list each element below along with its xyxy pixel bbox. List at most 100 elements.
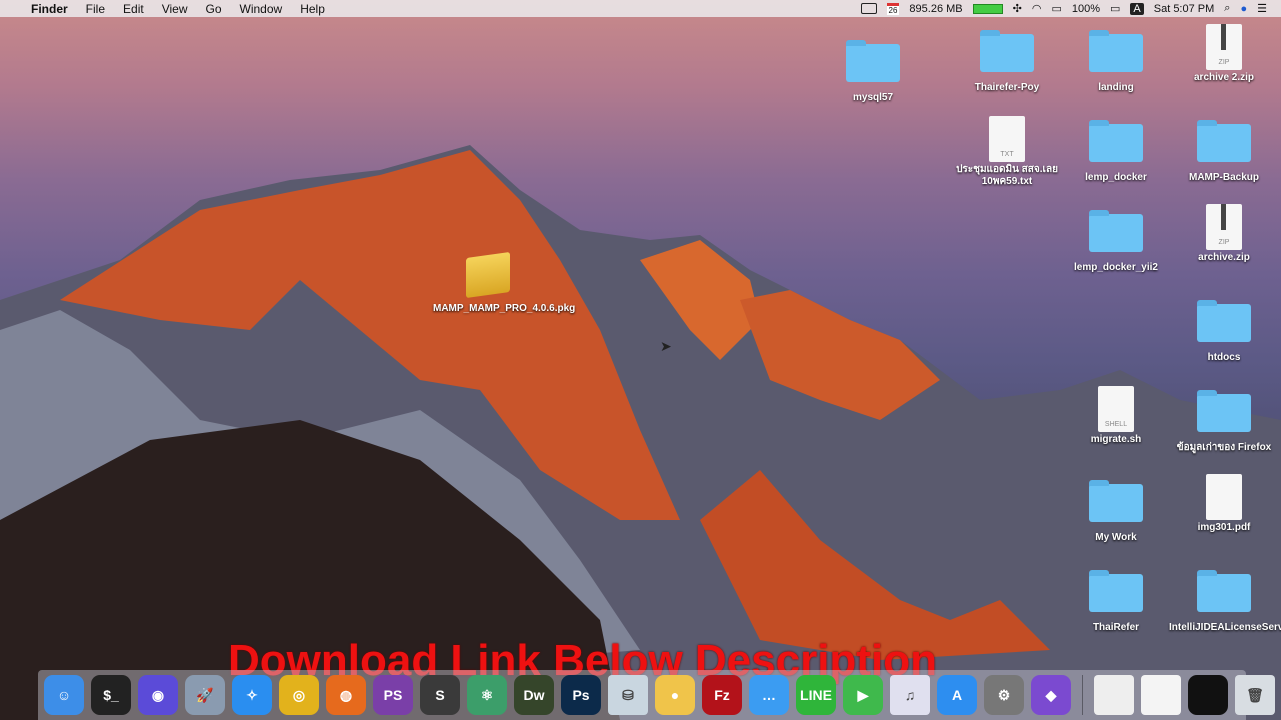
bluetooth-icon[interactable]: ✣ xyxy=(1013,2,1022,15)
folder-icon xyxy=(1089,210,1143,252)
dock-filezilla-icon[interactable]: Fz xyxy=(702,675,742,715)
menu-edit[interactable]: Edit xyxy=(114,2,153,16)
spotlight-search-icon[interactable]: ⌕ xyxy=(1224,2,1230,15)
dock-chrome-icon[interactable]: ◎ xyxy=(279,675,319,715)
cpu-meter-icon[interactable] xyxy=(972,3,1003,14)
dock: ☺ $_ ◉ 🚀 ✧ ◎ ◍ PS S ⚛ Dw Ps ⛁ ● Fz… LINE ▶ ♫ A ⚙ ◆ 🗑 xyxy=(38,670,1275,720)
desktop-icon-folder[interactable]: ข้อมูลเก่าของ Firefox xyxy=(1169,390,1279,454)
desktop-icon-folder[interactable]: My Work xyxy=(1061,480,1171,544)
folder-icon xyxy=(1089,120,1143,162)
desktop-icon-label: My Work xyxy=(1095,532,1137,543)
menu-window[interactable]: Window xyxy=(231,2,292,16)
menu-view[interactable]: View xyxy=(153,2,197,16)
menu-help[interactable]: Help xyxy=(291,2,334,16)
document-icon: SHELL xyxy=(1098,386,1134,432)
desktop-icon-folder[interactable]: landing xyxy=(1061,30,1171,94)
desktop-icon-label: Thairefer-Poy xyxy=(974,82,1040,93)
dock-documents-stack-icon[interactable] xyxy=(1141,675,1181,715)
dock-itunes-icon[interactable]: ♫ xyxy=(890,675,930,715)
dock-sublime-text-icon[interactable]: S xyxy=(420,675,460,715)
folder-icon xyxy=(1089,480,1143,522)
menu-go[interactable]: Go xyxy=(197,2,231,16)
icon-graphic xyxy=(1197,300,1251,346)
document-icon xyxy=(1206,474,1242,520)
document-icon: TXT xyxy=(989,116,1025,162)
icon-graphic xyxy=(1089,210,1143,256)
icon-graphic xyxy=(1197,120,1251,166)
desktop-icon-pkg[interactable]: MAMP_MAMP_PRO_4.0.6.pkg xyxy=(433,251,575,315)
desktop-icon-doc[interactable]: TXT ประชุมแอดมิน สสจ.เลย 10พค59.txt xyxy=(952,116,1062,188)
icon-graphic xyxy=(461,251,515,299)
desktop-icon-label: archive 2.zip xyxy=(1193,72,1255,83)
icon-graphic: ZIP xyxy=(1197,204,1251,250)
folder-icon xyxy=(1089,570,1143,612)
input-source[interactable]: A xyxy=(1130,2,1144,15)
dock-facetime-icon[interactable]: ▶ xyxy=(843,675,883,715)
battery-icon[interactable]: ▭ xyxy=(1110,2,1120,15)
desktop-icon-label: ข้อมูลเก่าของ Firefox xyxy=(1176,442,1272,453)
menu-file[interactable]: File xyxy=(77,2,114,16)
desktop-icon-folder[interactable]: htdocs xyxy=(1169,300,1279,364)
desktop-icon-zip[interactable]: ZIP archive 2.zip xyxy=(1169,24,1279,84)
desktop-icon-folder[interactable]: lemp_docker_yii2 xyxy=(1061,210,1171,274)
icon-graphic xyxy=(1197,570,1251,616)
battery-percent[interactable]: 100% xyxy=(1072,3,1100,15)
desktop-icon-folder[interactable]: ThaiRefer xyxy=(1061,570,1171,634)
icon-graphic xyxy=(1197,390,1251,436)
dock-atom-icon[interactable]: ⚛ xyxy=(467,675,507,715)
memory-status[interactable]: 895.26 MB xyxy=(909,3,962,15)
dock-phpstorm-icon[interactable]: PS xyxy=(373,675,413,715)
dock-launchpad-icon[interactable]: 🚀 xyxy=(185,675,225,715)
dock-photoshop-icon[interactable]: Ps xyxy=(561,675,601,715)
dock-terminal-icon[interactable]: $_ xyxy=(91,675,131,715)
folder-icon xyxy=(1197,300,1251,342)
dock-app-store-icon[interactable]: A xyxy=(937,675,977,715)
notification-center-icon[interactable]: ☰ xyxy=(1257,2,1267,15)
icon-graphic xyxy=(846,40,900,86)
airplay-icon[interactable]: ▭ xyxy=(1051,2,1061,15)
dock-trash-icon[interactable]: 🗑 xyxy=(1235,675,1275,715)
wifi-icon[interactable]: ◠ xyxy=(1032,2,1042,15)
dock-system-preferences-icon[interactable]: ⚙ xyxy=(984,675,1024,715)
desktop-icon-label: ประชุมแอดมิน สสจ.เลย 10พค59.txt xyxy=(956,164,1058,187)
dock-firefox-icon[interactable]: ◍ xyxy=(326,675,366,715)
dock-downloads-stack-icon[interactable] xyxy=(1094,675,1134,715)
dock-siri-icon[interactable]: ◉ xyxy=(138,675,178,715)
app-menu-finder[interactable]: Finder xyxy=(22,2,77,16)
dock-sequel-pro-icon[interactable]: ⛁ xyxy=(608,675,648,715)
document-icon: ZIP xyxy=(1206,204,1242,250)
desktop-icon-folder[interactable]: Thairefer-Poy xyxy=(952,30,1062,94)
dock-line-icon[interactable]: LINE xyxy=(796,675,836,715)
desktop-icon-label: htdocs xyxy=(1207,352,1241,363)
document-icon: ZIP xyxy=(1206,24,1242,70)
desktop-icon-label: migrate.sh xyxy=(1090,434,1142,445)
package-icon xyxy=(466,251,510,299)
dock-app-yellow-icon[interactable]: ● xyxy=(655,675,695,715)
desktop-icon-label: IntelliJIDEALicenseServer(...0_41017 xyxy=(1169,622,1281,633)
desktop-icon-doc[interactable]: img301.pdf xyxy=(1169,474,1279,534)
desktop-icon-folder[interactable]: MAMP-Backup xyxy=(1169,120,1279,184)
screen-record-icon[interactable] xyxy=(860,3,877,14)
dock-app-purple-icon[interactable]: ◆ xyxy=(1031,675,1071,715)
desktop-icon-folder[interactable]: mysql57 xyxy=(818,40,928,104)
calendar-badge[interactable]: 26 xyxy=(886,2,900,15)
dock-dreamweaver-icon[interactable]: Dw xyxy=(514,675,554,715)
clock[interactable]: Sat 5:07 PM xyxy=(1154,3,1215,15)
dock-screenshot-stack-icon[interactable] xyxy=(1188,675,1228,715)
icon-graphic: TXT xyxy=(980,116,1034,162)
dock-finder-icon[interactable]: ☺ xyxy=(44,675,84,715)
desktop-icon-doc[interactable]: SHELL migrate.sh xyxy=(1061,386,1171,446)
folder-icon xyxy=(846,40,900,82)
dock-safari-icon[interactable]: ✧ xyxy=(232,675,272,715)
desktop-icon-folder[interactable]: lemp_docker xyxy=(1061,120,1171,184)
desktop-icon-zip[interactable]: ZIP archive.zip xyxy=(1169,204,1279,264)
siri-icon[interactable]: ● xyxy=(1240,3,1247,15)
mouse-cursor-icon: ➤ xyxy=(660,338,672,354)
icon-graphic xyxy=(980,30,1034,76)
desktop-icon-label: archive.zip xyxy=(1198,252,1250,263)
folder-icon xyxy=(1197,570,1251,612)
desktop-icon-label: MAMP-Backup xyxy=(1188,172,1259,183)
desktop-icon-label: img301.pdf xyxy=(1197,522,1251,533)
desktop-icon-folder[interactable]: IntelliJIDEALicenseServer(...0_41017 xyxy=(1169,570,1281,634)
dock-messages-icon[interactable]: … xyxy=(749,675,789,715)
